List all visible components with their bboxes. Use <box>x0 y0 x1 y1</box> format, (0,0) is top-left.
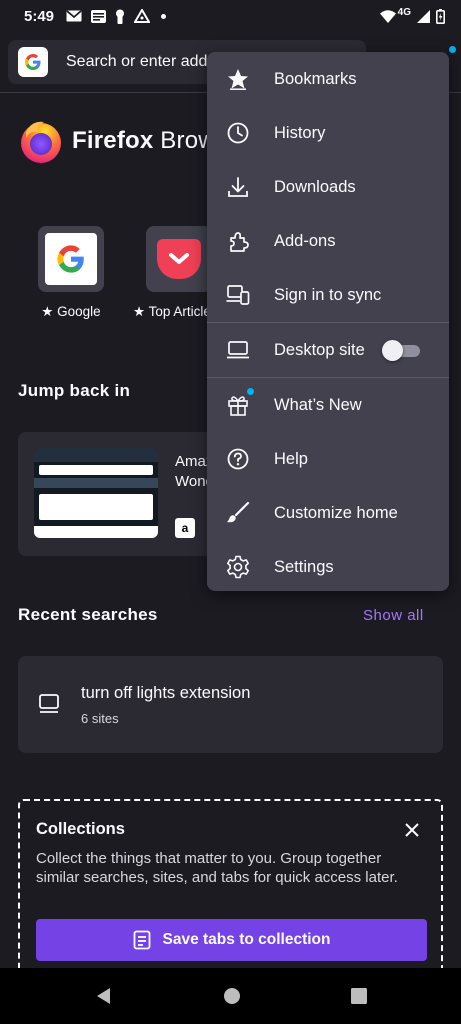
show-all-link[interactable]: Show all <box>363 607 424 624</box>
recents-icon[interactable] <box>350 988 367 1004</box>
amazon-favicon: a <box>175 518 195 538</box>
recent-search-item[interactable]: turn off lights extension 6 sites <box>18 656 443 753</box>
collections-description: Collect the things that matter to you. G… <box>36 850 398 886</box>
menu-label: Add-ons <box>274 231 336 250</box>
menu-label: Customize home <box>274 503 398 522</box>
gear-icon <box>225 554 251 580</box>
clock-icon <box>225 120 251 146</box>
menu-item-whats-new[interactable]: What’s New <box>207 378 449 432</box>
gmail-icon <box>66 10 82 22</box>
system-nav-bar <box>0 968 461 1024</box>
menu-item-downloads[interactable]: Downloads <box>207 160 449 214</box>
sync-devices-icon <box>225 282 251 308</box>
collections-title: Collections <box>36 820 125 838</box>
news-icon <box>91 9 107 23</box>
download-icon <box>225 174 251 200</box>
menu-label: Help <box>274 449 308 468</box>
laptop-icon <box>225 337 251 363</box>
save-tabs-button[interactable]: Save tabs to collection <box>36 919 427 961</box>
menu-label: History <box>274 123 326 142</box>
google-g-icon <box>25 54 41 70</box>
menu-notification-dot <box>449 46 456 53</box>
menu-label: Desktop site <box>274 340 365 359</box>
google-g-icon <box>57 245 84 273</box>
status-bar: 5:49 4G <box>0 0 461 32</box>
close-icon[interactable] <box>404 822 420 838</box>
home-icon[interactable] <box>223 987 241 1005</box>
collection-icon <box>133 930 150 950</box>
menu-item-settings[interactable]: Settings <box>207 540 449 594</box>
keyhole-icon <box>116 9 125 24</box>
pin-icon: ★ <box>41 304 54 319</box>
tab-group-icon <box>39 694 59 713</box>
cell-signal-icon <box>417 9 430 23</box>
puzzle-icon <box>225 228 251 254</box>
bookmark-star-icon <box>225 66 251 92</box>
recent-search-title: turn off lights extension <box>81 684 251 702</box>
menu-label: Bookmarks <box>274 69 357 88</box>
collections-card: Collections Collect the things that matt… <box>18 799 443 989</box>
overflow-menu: Bookmarks History Downloads Add-ons Sign… <box>207 52 449 591</box>
jump-back-title: Jump back in <box>18 381 131 400</box>
pin-icon: ★ <box>133 304 146 319</box>
search-engine-icon[interactable] <box>18 47 48 77</box>
battery-icon <box>436 8 445 24</box>
menu-label: What’s New <box>274 395 362 414</box>
firefox-logo-icon <box>21 121 61 163</box>
more-notifications-dot <box>161 13 167 19</box>
desktop-site-toggle[interactable] <box>382 340 420 361</box>
system-icons: 4G <box>379 6 445 24</box>
triangle-app-icon <box>134 9 151 23</box>
notification-icons <box>66 9 167 24</box>
top-site-google[interactable]: ★ Google <box>21 226 121 320</box>
menu-label: Settings <box>274 557 334 576</box>
menu-label: Downloads <box>274 177 356 196</box>
recent-search-count: 6 sites <box>81 711 119 726</box>
back-icon[interactable] <box>95 987 113 1005</box>
help-icon <box>225 446 251 472</box>
whats-new-dot <box>247 388 254 395</box>
menu-item-bookmarks[interactable]: Bookmarks <box>207 52 449 106</box>
menu-item-history[interactable]: History <box>207 106 449 160</box>
gift-icon <box>225 392 251 418</box>
top-site-label: Google <box>57 304 101 319</box>
recent-searches-title: Recent searches <box>18 605 158 624</box>
network-type-label: 4G <box>397 6 411 18</box>
wifi-icon <box>379 9 396 23</box>
save-tabs-label: Save tabs to collection <box>162 931 331 948</box>
brush-icon <box>225 500 251 526</box>
menu-item-addons[interactable]: Add-ons <box>207 214 449 268</box>
menu-item-sign-in[interactable]: Sign in to sync <box>207 268 449 322</box>
menu-item-desktop-site[interactable]: Desktop site <box>207 323 449 377</box>
tab-thumbnail <box>34 448 158 538</box>
status-time: 5:49 <box>24 7 55 25</box>
menu-item-customize-home[interactable]: Customize home <box>207 486 449 540</box>
menu-item-help[interactable]: Help <box>207 432 449 486</box>
pocket-icon <box>169 253 189 264</box>
menu-label: Sign in to sync <box>274 285 382 304</box>
